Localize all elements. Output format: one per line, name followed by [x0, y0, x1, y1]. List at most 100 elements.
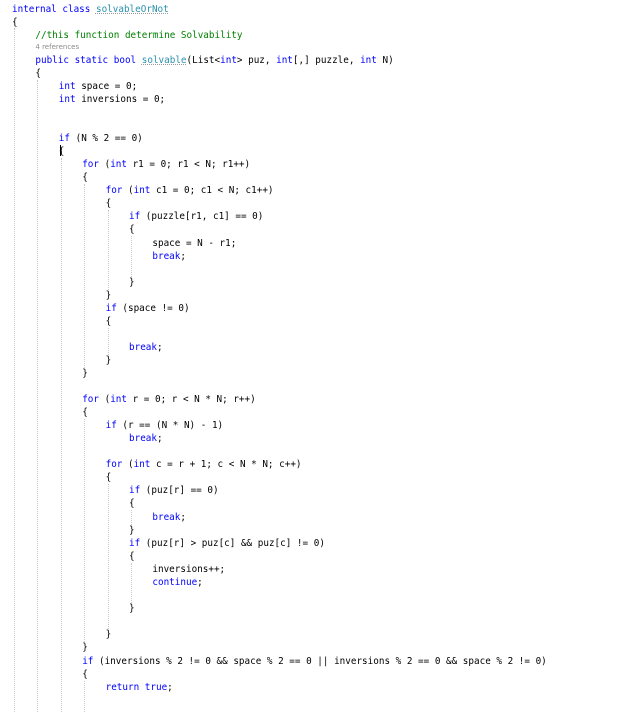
keyword-token: if — [105, 420, 117, 431]
code-line[interactable]: for (int r1 = 0; r1 < N; r1++) — [82, 159, 250, 171]
code-token: } — [105, 629, 112, 640]
code-line[interactable]: internal class solvableOrNot — [12, 4, 169, 16]
code-token: { — [105, 198, 112, 209]
code-token: inversions++; — [152, 564, 226, 575]
code-token: { — [82, 172, 88, 183]
keyword-token: internal class — [12, 4, 96, 15]
code-line[interactable]: { — [82, 669, 88, 681]
keyword-token: return true — [105, 682, 168, 693]
code-token: { — [35, 68, 41, 79]
code-line[interactable]: if (puzzle[r1, c1] == 0) — [129, 211, 263, 223]
code-token: { — [129, 224, 135, 235]
identifier-token: solvable — [141, 55, 187, 66]
code-line[interactable]: break; — [129, 433, 163, 445]
code-line[interactable]: { — [129, 551, 135, 563]
code-line[interactable]: } — [106, 355, 112, 367]
code-line[interactable]: } — [129, 603, 135, 615]
code-line[interactable]: if (puz[r] > puz[c] && puz[c] != 0) — [129, 538, 325, 550]
keyword-token: int — [133, 459, 151, 470]
indent-guide — [37, 80, 38, 712]
keyword-token: int — [58, 81, 76, 92]
code-line[interactable]: break; — [152, 251, 186, 263]
code-token: } — [129, 603, 135, 614]
code-line[interactable]: } — [82, 642, 88, 654]
codelens-references[interactable]: 4 references — [35, 43, 79, 52]
code-line[interactable]: { — [12, 17, 18, 29]
code-line[interactable]: for (int c = r + 1; c < N * N; c++) — [106, 459, 302, 471]
indent-guide — [131, 510, 132, 525]
code-token: > puz, — [236, 55, 277, 66]
keyword-token: break — [129, 433, 157, 444]
indent-guide — [84, 419, 85, 642]
code-line[interactable]: if (space != 0) — [106, 303, 190, 315]
code-line[interactable]: { — [129, 498, 135, 510]
code-line[interactable]: { — [106, 198, 112, 210]
indent-guide — [131, 236, 132, 277]
code-line[interactable]: } — [82, 368, 88, 380]
code-token: (puz[r] == 0) — [140, 485, 219, 496]
indent-guide — [84, 184, 85, 368]
code-line[interactable]: { — [35, 68, 41, 80]
code-token: { — [129, 551, 135, 562]
code-token: ; — [157, 342, 163, 353]
code-line[interactable]: for (int r = 0; r < N * N; r++) — [82, 394, 256, 406]
code-line[interactable]: space = N - r1; — [152, 238, 236, 250]
code-line[interactable]: if (inversions % 2 != 0 && space % 2 == … — [82, 656, 547, 668]
keyword-token: int — [58, 94, 76, 105]
code-line[interactable]: if (r == (N * N) - 1) — [106, 420, 224, 432]
code-line[interactable]: } — [129, 277, 135, 289]
code-line[interactable]: continue; — [152, 577, 202, 589]
code-line[interactable]: //this function determine Solvability — [35, 30, 242, 42]
identifier-token: solvableOrNot — [95, 4, 169, 15]
code-line[interactable]: public static bool solvable(List<int> pu… — [35, 55, 393, 67]
code-token: { — [82, 407, 88, 418]
keyword-token: if — [129, 485, 141, 496]
code-token: } — [129, 525, 135, 536]
code-line[interactable]: int space = 0; — [59, 81, 137, 93]
keyword-token: if — [82, 656, 94, 667]
indent-guide — [131, 563, 132, 603]
code-line[interactable]: if (puz[r] == 0) — [129, 485, 219, 497]
code-line[interactable]: { — [82, 407, 88, 419]
indent-guide — [108, 484, 109, 629]
code-token: ; — [180, 251, 186, 262]
code-token: N) — [376, 55, 394, 66]
code-token: ; — [167, 682, 173, 693]
code-token: ( — [122, 185, 134, 196]
code-line[interactable]: if (N % 2 == 0) — [59, 133, 143, 145]
code-line[interactable]: return true; — [106, 682, 173, 694]
code-token: (N % 2 == 0) — [70, 133, 143, 144]
code-line[interactable]: break; — [152, 512, 186, 524]
keyword-token: break — [152, 251, 181, 262]
code-token: (puz[r] > puz[c] && puz[c] != 0) — [140, 538, 325, 549]
keyword-token: int — [220, 55, 237, 66]
code-line[interactable]: } — [106, 629, 112, 641]
keyword-token: for — [82, 394, 99, 405]
code-line[interactable]: } — [129, 525, 135, 537]
code-token: r1 = 0; r1 < N; r1++) — [126, 159, 251, 170]
codelens-label: 4 references — [35, 43, 80, 51]
code-token: ; — [197, 577, 203, 588]
code-line[interactable]: { — [82, 172, 88, 184]
code-line[interactable]: { — [106, 472, 112, 484]
keyword-token: break — [152, 512, 181, 523]
code-token: ( — [98, 394, 111, 405]
code-token: ; — [180, 512, 186, 523]
keyword-token: int — [276, 55, 293, 66]
code-token: { — [105, 472, 112, 483]
keyword-token: continue — [152, 577, 198, 588]
keyword-token: if — [129, 538, 141, 549]
code-line[interactable]: break; — [129, 342, 163, 354]
keyword-token: for — [82, 159, 99, 170]
code-editor[interactable]: internal class solvableOrNot{//this func… — [0, 0, 620, 712]
code-line[interactable]: } — [106, 290, 112, 302]
code-line[interactable]: inversions++; — [152, 564, 225, 576]
keyword-token: for — [105, 185, 123, 196]
code-line[interactable]: { — [129, 224, 135, 236]
indent-guide — [108, 328, 109, 355]
code-line[interactable]: { — [106, 316, 112, 328]
code-line[interactable]: for (int c1 = 0; c1 < N; c1++) — [106, 185, 274, 197]
code-line[interactable]: int inversions = 0; — [59, 94, 165, 106]
code-token: c = r + 1; c < N * N; c++) — [150, 459, 302, 470]
code-token: { — [105, 316, 112, 327]
